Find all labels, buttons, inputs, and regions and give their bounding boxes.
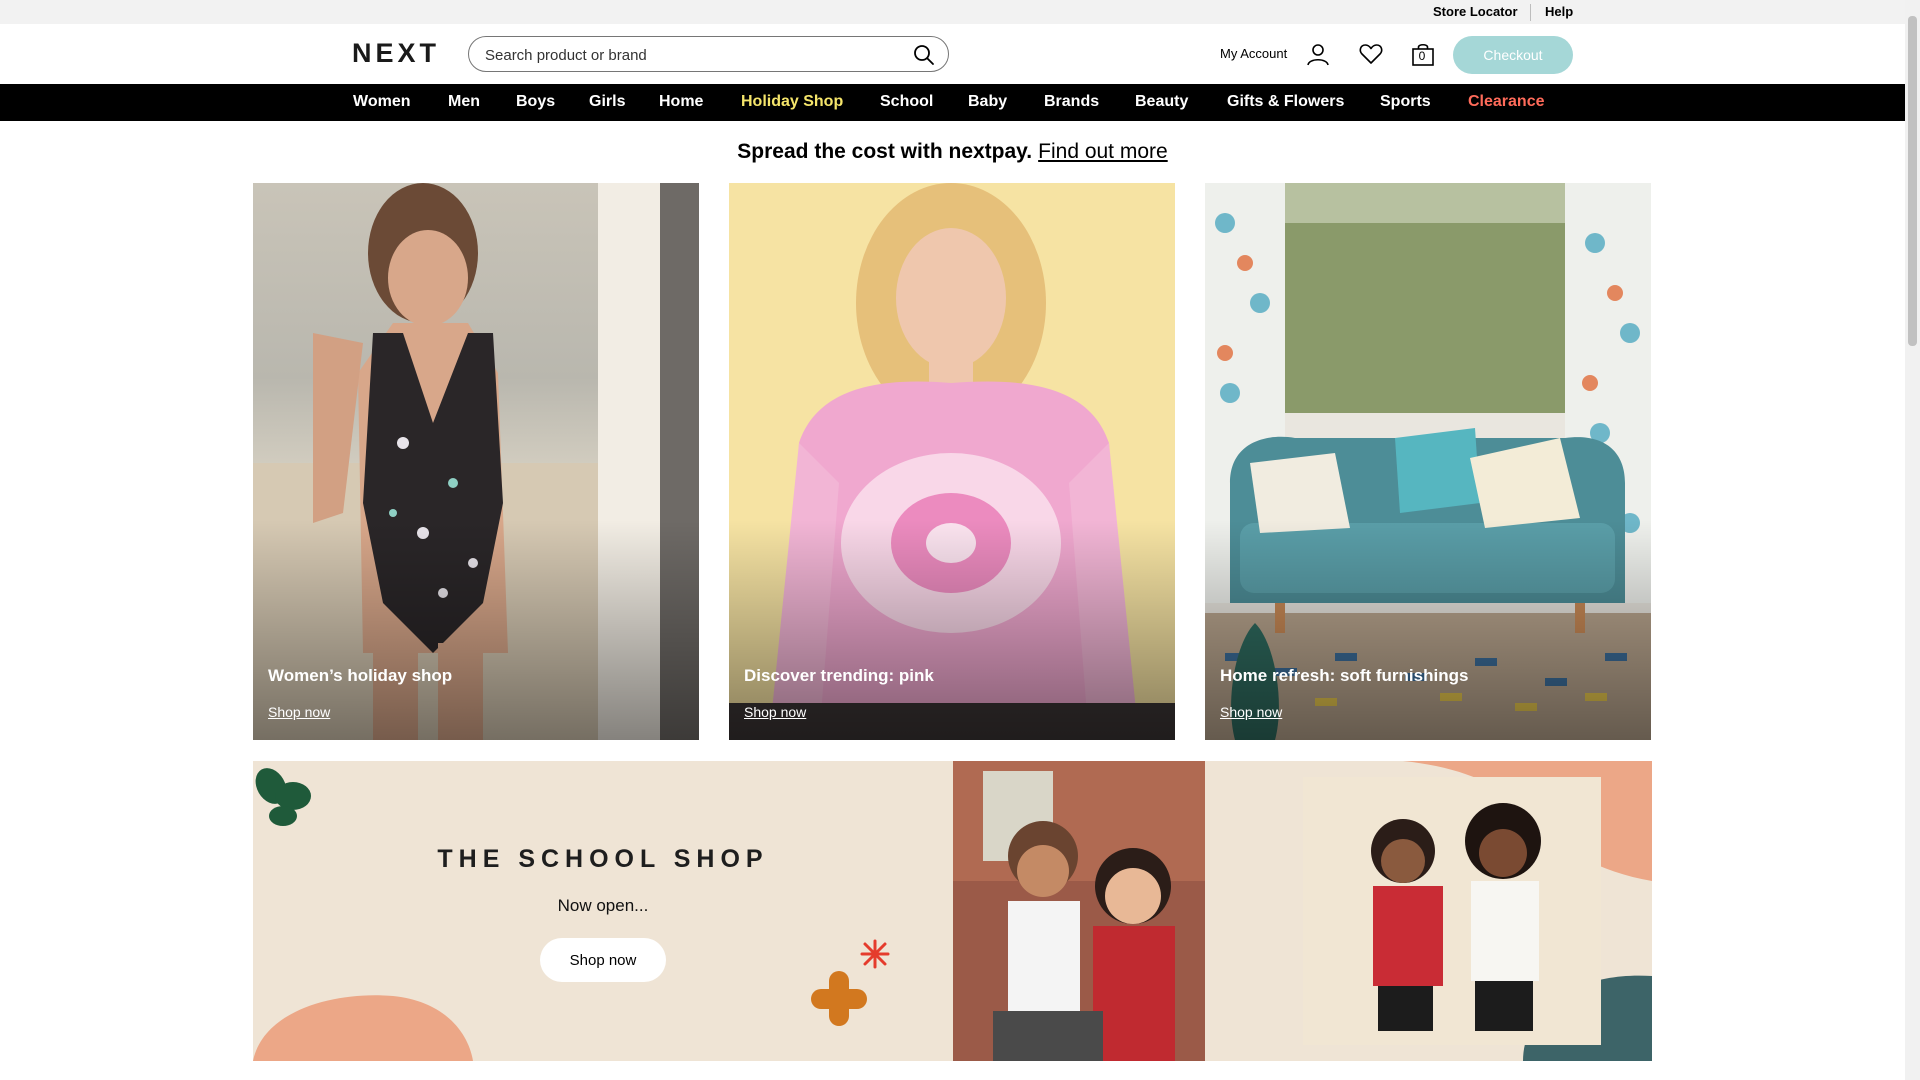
nav-item-boys[interactable]: Boys — [516, 93, 555, 111]
store-locator-link[interactable]: Store Locator — [1433, 4, 1518, 19]
shop-now-link[interactable]: Shop now — [1220, 704, 1282, 720]
bag-count: 0 — [1418, 49, 1426, 63]
search-input[interactable] — [485, 44, 885, 66]
tile-trending-pink[interactable]: Discover trending: pink Shop now — [729, 183, 1175, 740]
heart-icon[interactable] — [1358, 41, 1384, 67]
nav-item-holiday-shop[interactable]: Holiday Shop — [741, 93, 843, 111]
page-scrollbar[interactable] — [1905, 0, 1920, 1080]
user-icon[interactable] — [1305, 41, 1331, 67]
tile-caption: Women’s holiday shop — [268, 666, 453, 685]
next-logo[interactable]: NEXT — [352, 38, 440, 69]
scrollbar-thumb[interactable] — [1908, 16, 1917, 346]
tile-caption: Discover trending: pink — [744, 666, 934, 685]
shop-now-link[interactable]: Shop now — [744, 704, 806, 720]
nav-item-girls[interactable]: Girls — [589, 93, 625, 111]
tile-caption: Home refresh: soft furnishings — [1220, 666, 1469, 685]
promo-text: Spread the cost with nextpay. — [737, 140, 1033, 163]
shop-now-link[interactable]: Shop now — [268, 704, 330, 720]
school-shop-banner[interactable]: THE SCHOOL SHOP Now open... Shop now — [253, 761, 1652, 1061]
nav-item-men[interactable]: Men — [448, 93, 480, 111]
search-box[interactable] — [468, 36, 949, 72]
nav-item-clearance[interactable]: Clearance — [1468, 93, 1545, 111]
tile-home-refresh[interactable]: Home refresh: soft furnishings Shop now — [1205, 183, 1651, 740]
nav-item-baby[interactable]: Baby — [968, 93, 1007, 111]
school-title: THE SCHOOL SHOP — [437, 845, 769, 873]
my-account-link[interactable]: My Account — [1220, 46, 1287, 61]
help-link[interactable]: Help — [1545, 4, 1573, 19]
nav-item-sports[interactable]: Sports — [1380, 93, 1431, 111]
school-subtitle: Now open... — [557, 896, 649, 915]
utility-divider — [1530, 4, 1531, 21]
site-header: NEXT My Account 0 Checkout — [0, 24, 1905, 84]
tile-womens-holiday[interactable]: Women’s holiday shop Shop now — [253, 183, 699, 740]
main-nav: Women Men Boys Girls Home Holiday Shop S… — [0, 84, 1905, 121]
school-shop-now-button[interactable]: Shop now — [540, 938, 666, 982]
nav-item-women[interactable]: Women — [353, 93, 410, 111]
nav-item-gifts-flowers[interactable]: Gifts & Flowers — [1227, 93, 1344, 111]
nextpay-promo: Spread the cost with nextpay. Find out mo… — [0, 140, 1905, 164]
nav-item-beauty[interactable]: Beauty — [1135, 93, 1188, 111]
nav-item-home[interactable]: Home — [659, 93, 703, 111]
utility-bar: Store Locator Help — [0, 0, 1905, 24]
nav-item-school[interactable]: School — [880, 93, 933, 111]
checkout-button[interactable]: Checkout — [1453, 36, 1573, 74]
nav-item-brands[interactable]: Brands — [1044, 93, 1099, 111]
find-out-more-link[interactable]: Find out more — [1038, 140, 1168, 163]
search-icon[interactable] — [912, 43, 936, 67]
